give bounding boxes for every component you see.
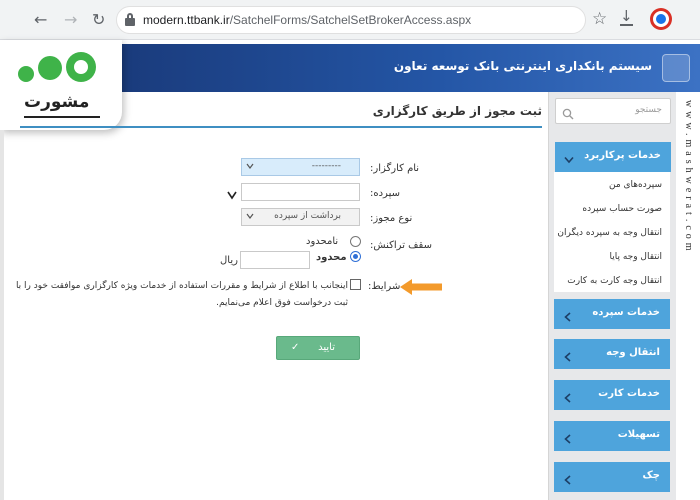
download-icon[interactable]: ↓ xyxy=(620,8,634,26)
sidebar-menu-label: انتقال وجه xyxy=(606,347,660,358)
bank-header-banner: سیستم بانکداری اینترنتی بانک توسعه تعاون xyxy=(120,44,700,92)
sidebar-menu-fund-transfer[interactable]: انتقال وجه xyxy=(554,339,670,369)
conditions-label: شرایط: xyxy=(368,281,401,292)
check-icon: ✓ xyxy=(291,342,300,353)
chevron-down-icon xyxy=(563,151,575,164)
watermark-word: مشورت xyxy=(24,92,90,112)
sidebar-menu-deposit-services[interactable]: خدمات سپرده xyxy=(554,299,670,329)
chevron-down-icon xyxy=(246,212,254,220)
side-watermark-text: www.mashwerat.com xyxy=(683,100,694,255)
submenu-item-deposit-statement[interactable]: صورت حساب سپرده xyxy=(582,204,662,214)
permit-type-select[interactable]: برداشت از سپرده xyxy=(241,208,360,226)
terms-text: اینجانب با اطلاع از شرایط و مقررات استفا… xyxy=(15,281,348,308)
sidebar-submenu: سپرده‌های من صورت حساب سپرده انتقال وجه … xyxy=(554,172,670,292)
submit-button-label: تایید xyxy=(318,342,335,353)
limit-amount-input[interactable] xyxy=(240,251,310,269)
bank-logo-icon xyxy=(662,54,690,82)
submenu-item-paya-transfer[interactable]: انتقال وجه پایا xyxy=(609,252,662,262)
limited-radio[interactable] xyxy=(350,251,361,262)
bookmark-star-icon[interactable]: ☆ xyxy=(592,9,607,29)
browser-toolbar: ← → ↻ modern.ttbank.ir/SatchelForms/Satc… xyxy=(0,0,700,40)
chevron-left-icon xyxy=(562,430,574,444)
url-text: modern.ttbank.ir/SatchelForms/SatchelSet… xyxy=(143,13,471,27)
sidebar-menu-loans[interactable]: تسهیلات xyxy=(554,421,670,451)
chevron-left-icon xyxy=(562,348,574,362)
page-title: ثبت مجوز از طریق کارگزاری xyxy=(372,104,542,118)
chevron-left-icon xyxy=(562,471,574,485)
unlimited-radio-label: نامحدود xyxy=(306,236,339,247)
submenu-item-transfer-others[interactable]: انتقال وجه به سپرده دیگران xyxy=(557,228,662,238)
window-edge xyxy=(0,130,4,500)
sidebar-menu-popular-services[interactable]: خدمات پرکاربرد xyxy=(555,142,671,172)
search-placeholder: جستجو xyxy=(635,105,662,115)
reload-icon[interactable]: ↻ xyxy=(92,10,105,30)
sidebar-menu-label: خدمات سپرده xyxy=(592,307,660,318)
sidebar-menu-card-services[interactable]: خدمات کارت xyxy=(554,380,670,410)
broker-select[interactable]: --------- xyxy=(241,158,360,176)
page: ← → ↻ modern.ttbank.ir/SatchelForms/Satc… xyxy=(0,0,700,500)
title-divider xyxy=(20,126,542,128)
broker-select-value: --------- xyxy=(311,161,341,171)
back-arrow-icon[interactable]: ← xyxy=(34,10,47,30)
profile-avatar-icon[interactable] xyxy=(650,8,672,30)
terms-checkbox[interactable] xyxy=(350,279,361,290)
chevron-down-icon xyxy=(246,162,254,170)
forward-arrow-icon[interactable]: → xyxy=(64,10,77,30)
search-icon xyxy=(562,105,574,120)
deposit-label: سپرده: xyxy=(370,188,400,199)
broker-label: نام کارگزار: xyxy=(370,163,420,174)
chevron-left-icon xyxy=(562,389,574,403)
url-host: modern.ttbank.ir xyxy=(143,13,230,27)
submit-button[interactable]: تایید ✓ xyxy=(276,336,360,360)
address-bar[interactable]: modern.ttbank.ir/SatchelForms/SatchelSet… xyxy=(116,6,586,34)
sidebar-menu-label: خدمات پرکاربرد xyxy=(584,150,661,161)
lock-icon xyxy=(125,13,135,27)
sidebar-menu-label: خدمات کارت xyxy=(598,388,660,399)
sidebar-menu-cheque[interactable]: چک xyxy=(554,462,670,492)
currency-label: ریال xyxy=(220,255,238,266)
bank-system-title: سیستم بانکداری اینترنتی بانک توسعه تعاون xyxy=(393,59,652,73)
pointer-arrow-icon xyxy=(398,278,444,296)
submenu-item-card-to-card[interactable]: انتقال وجه کارت به کارت xyxy=(567,276,662,286)
unlimited-radio[interactable] xyxy=(350,236,361,247)
permit-type-value: برداشت از سپرده xyxy=(274,211,341,221)
chevron-left-icon xyxy=(562,308,574,322)
logo-dot-medium-icon xyxy=(38,56,62,80)
side-watermark: www.mashwerat.com xyxy=(682,100,696,350)
sidebar-search-input[interactable]: جستجو xyxy=(555,98,671,124)
limited-radio-label: محدود xyxy=(316,252,347,263)
watermark-logo: مشورت xyxy=(0,40,122,130)
url-path: /SatchelForms/SatchelSetBrokerAccess.asp… xyxy=(229,13,472,27)
sidebar-menu-label: چک xyxy=(642,470,660,481)
deposit-input[interactable] xyxy=(241,183,360,201)
logo-dot-small-icon xyxy=(18,66,34,82)
sidebar-menu-label: تسهیلات xyxy=(617,429,660,440)
transaction-limit-label: سقف تراکنش: xyxy=(370,240,432,251)
submenu-item-my-deposits[interactable]: سپرده‌های من xyxy=(609,180,662,190)
deposit-dropdown-chevron-icon[interactable] xyxy=(226,186,238,200)
permit-type-label: نوع مجوز: xyxy=(370,213,413,224)
